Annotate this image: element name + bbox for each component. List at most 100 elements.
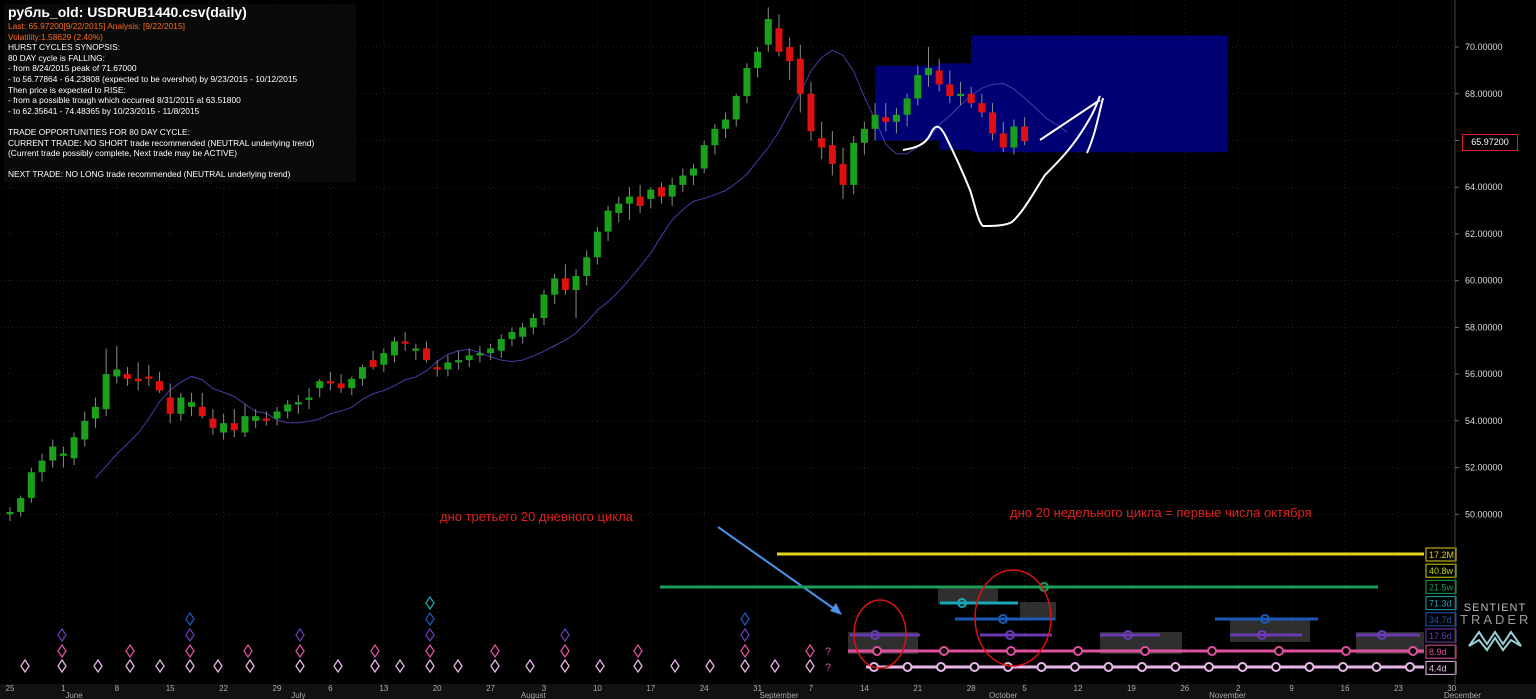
x-tick-label: 7 [809, 684, 814, 693]
candle-body [604, 210, 612, 232]
candle-body [1010, 126, 1018, 148]
candle-body [978, 103, 986, 113]
candle-body [465, 355, 473, 361]
candle-body [337, 383, 345, 389]
candle-body [455, 360, 463, 363]
synopsis-line: - from a possible trough which occurred … [8, 95, 241, 106]
candle-body [476, 353, 484, 356]
candle-body [540, 294, 548, 319]
cycle-label: 8.9d [1429, 647, 1447, 657]
x-tick-label: 10 [593, 684, 602, 693]
candle-body [6, 511, 14, 515]
y-tick-label: 58.00000 [1465, 322, 1503, 332]
trough-diamond-icon [425, 595, 435, 611]
candle-body [380, 353, 388, 365]
candle-body [914, 75, 922, 99]
y-tick-label: 54.00000 [1465, 416, 1503, 426]
candle-body [102, 374, 110, 410]
month-label: August [521, 691, 547, 699]
x-tick-label: 12 [1074, 684, 1083, 693]
candle-body [401, 341, 409, 344]
candle-body [145, 376, 153, 379]
cycle-label: 21.5w [1429, 582, 1454, 592]
x-tick-label: 19 [1127, 684, 1136, 693]
arrow-head-icon [830, 603, 842, 615]
cycle-node [1338, 662, 1348, 672]
candle-body [625, 196, 633, 204]
synopsis-line: Then price is expected to RISE: [8, 84, 126, 95]
candle-body [444, 362, 452, 370]
candle-body [326, 381, 334, 384]
trough-diamond-icon [93, 658, 103, 674]
candle-body [369, 360, 377, 368]
trough-diamond-icon [185, 611, 195, 627]
brand-logo: SENTIENT TRADER [1460, 602, 1530, 655]
candle-body [123, 374, 131, 379]
projection-box [971, 35, 1228, 153]
candle-body [198, 406, 206, 417]
cycle-node [939, 646, 949, 656]
synopsis-line [8, 116, 352, 127]
cycle-label: 4.4d [1429, 663, 1447, 673]
cycle-label: 34.7d [1429, 615, 1452, 625]
x-tick-label: 14 [860, 684, 869, 693]
candle-body [188, 402, 196, 407]
candle-body [818, 138, 826, 148]
cycle-node [902, 662, 913, 672]
candle-body [252, 416, 260, 421]
annotation-left: дно третьего 20 дневного цикла [440, 509, 633, 524]
trough-diamond-icon [670, 658, 680, 674]
candle-body [220, 423, 228, 433]
trough-diamond-icon [245, 658, 255, 674]
candle-body [989, 112, 997, 134]
candle-body [529, 318, 537, 328]
trough-diamond-icon [633, 658, 643, 674]
trough-diamond-icon [295, 658, 305, 674]
cycle-label: 40.8w [1429, 566, 1454, 576]
trough-diamond-icon [295, 643, 305, 659]
x-tick-label: 27 [486, 684, 495, 693]
trough-diamond-icon [57, 627, 67, 643]
x-tick-label: 17 [646, 684, 655, 693]
y-tick-label: 56.00000 [1465, 369, 1503, 379]
candle-body [551, 278, 559, 295]
candle-body [497, 339, 505, 351]
synopsis-line: TRADE OPPORTUNITIES FOR 80 DAY CYCLE: [8, 126, 190, 137]
trough-diamond-icon [740, 643, 750, 659]
x-tick-label: 13 [379, 684, 388, 693]
cycle-label: 17.5d [1429, 631, 1452, 641]
candle-body [722, 119, 730, 129]
x-tick-label: 23 [1394, 684, 1403, 693]
cycle-node [1274, 646, 1284, 656]
candle-body [593, 231, 601, 258]
cycle-label: 71.3d [1429, 599, 1452, 609]
trough-diamond-icon [125, 643, 135, 659]
candle-body [903, 98, 911, 115]
trough-diamond-icon [185, 658, 195, 674]
trough-diamond-icon [185, 643, 195, 659]
candle-body [711, 128, 719, 146]
y-tick-label: 62.00000 [1465, 229, 1503, 239]
trough-diamond-icon [740, 611, 750, 627]
candle-body [957, 93, 965, 97]
candle-body [177, 397, 185, 414]
y-tick-label: 64.00000 [1465, 182, 1503, 192]
month-label: July [291, 691, 305, 699]
candle-body [700, 145, 708, 169]
x-tick-label: 6 [328, 684, 333, 693]
candle-body [828, 145, 836, 164]
projection-zones [875, 35, 1228, 153]
candle-body [796, 58, 804, 94]
candle-body [423, 348, 431, 361]
trough-diamond-icon [560, 658, 570, 674]
candle-body [583, 257, 591, 277]
trough-diamond-icon [740, 627, 750, 643]
candle-body [690, 168, 698, 176]
candle-body [209, 418, 217, 428]
candle-body [17, 497, 25, 512]
cycle-node [872, 646, 882, 656]
cycle-node [1006, 646, 1016, 656]
synopsis-line: - to 56.77864 - 64.23808 (expected to be… [8, 73, 298, 84]
candle-body [807, 93, 815, 132]
trough-diamond-icon [633, 643, 643, 659]
